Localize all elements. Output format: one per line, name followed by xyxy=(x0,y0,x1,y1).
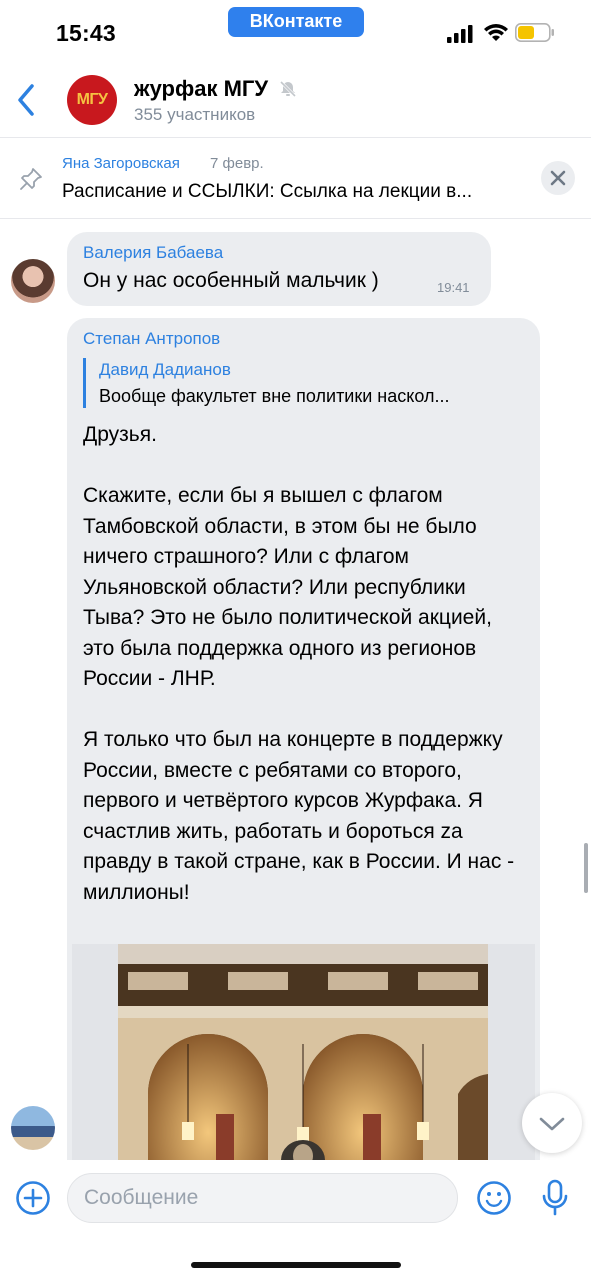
wifi-icon xyxy=(484,24,508,41)
avatar[interactable] xyxy=(11,259,55,303)
muted-bell-icon xyxy=(279,80,297,98)
message-composer xyxy=(0,1160,591,1280)
cellular-signal-icon xyxy=(447,25,473,43)
avatar[interactable] xyxy=(11,1106,55,1150)
add-attachment-button[interactable] xyxy=(15,1180,51,1216)
reply-author: Давид Дадианов xyxy=(99,360,231,379)
message-bubble[interactable]: Степан Антропов Давид Дадианов Вообще фа… xyxy=(67,318,540,1198)
emoji-button[interactable] xyxy=(476,1180,512,1216)
pin-icon xyxy=(20,168,42,190)
message-text: Он у нас особенный мальчик ) xyxy=(83,269,379,292)
microphone-button[interactable] xyxy=(538,1178,572,1218)
scrollbar[interactable] xyxy=(584,843,588,893)
message-sender[interactable]: Степан Антропов xyxy=(83,329,220,349)
pinned-author: Яна Загоровская xyxy=(62,155,180,172)
members-count: 355 участников xyxy=(134,105,256,124)
pinned-message-bar[interactable]: Яна Загоровская 7 февр. Расписание и ССЫ… xyxy=(0,139,591,219)
message-bubble[interactable]: Валерия Бабаева Он у нас особенный мальч… xyxy=(67,232,491,306)
group-avatar-logo-text: МГУ xyxy=(76,91,108,108)
return-to-app-pill[interactable]: ВКонтакте xyxy=(228,7,364,37)
status-time: 15:43 xyxy=(56,20,116,46)
chat-title[interactable]: журфак МГУ xyxy=(134,76,268,102)
message-sender[interactable]: Валерия Бабаева xyxy=(83,243,223,263)
scroll-down-button[interactable] xyxy=(522,1093,582,1153)
pinned-text: Расписание и ССЫЛКИ: Ссылка на лекции в.… xyxy=(62,181,473,202)
close-pinned-button[interactable] xyxy=(541,161,575,195)
home-indicator[interactable] xyxy=(191,1262,401,1268)
chevron-down-icon xyxy=(539,1117,565,1131)
reply-text: Вообще факультет вне политики наскол... xyxy=(99,386,450,406)
status-bar: 15:43 ВКонтакте xyxy=(0,0,591,60)
close-icon xyxy=(550,170,566,186)
pinned-date: 7 февр. xyxy=(210,155,264,172)
message-time: 19:41 xyxy=(437,280,470,295)
chat-header: МГУ журфак МГУ 355 участников xyxy=(0,60,591,138)
battery-icon xyxy=(515,23,554,42)
back-button[interactable] xyxy=(8,78,44,122)
message-input[interactable] xyxy=(67,1173,458,1223)
group-avatar[interactable]: МГУ xyxy=(67,75,117,125)
reply-quote[interactable]: Давид Дадианов Вообще факультет вне поли… xyxy=(83,358,523,408)
message-text: Друзья. Скажите, если бы я вышел с флаго… xyxy=(83,423,515,904)
